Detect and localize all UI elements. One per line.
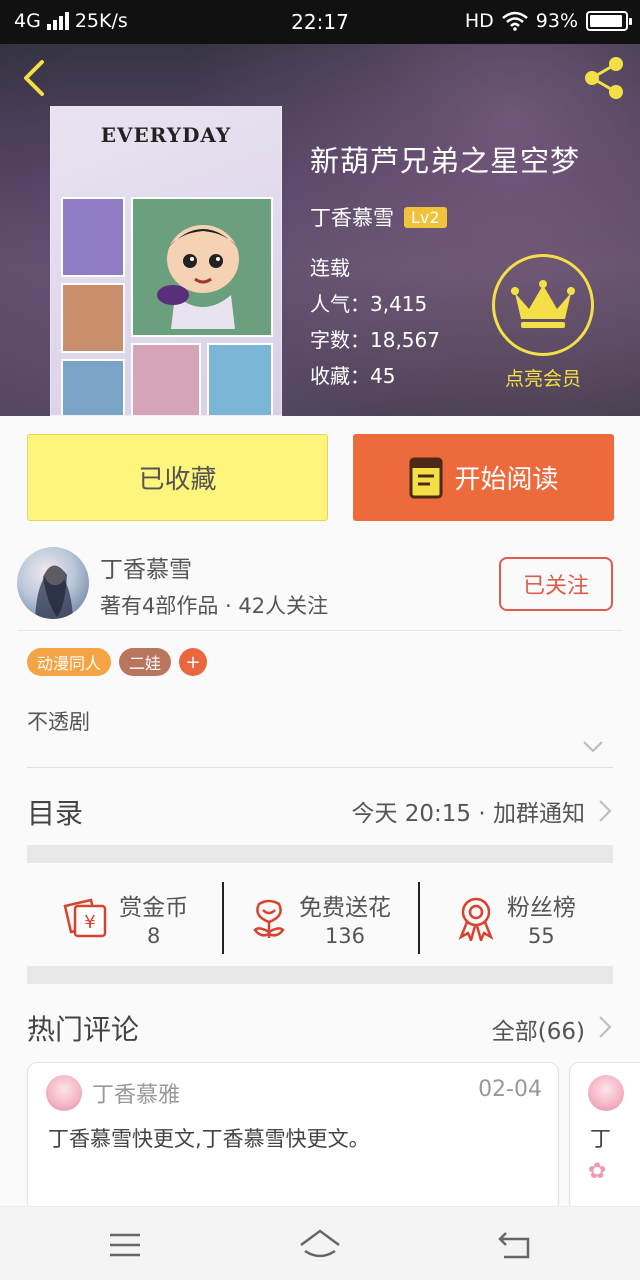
- follow-label: 已关注: [522, 574, 589, 599]
- table-of-contents-row[interactable]: 目录 今天 20:15 · 加群通知: [27, 778, 613, 842]
- stat-value: 8: [146, 924, 161, 948]
- cover-panel: [131, 343, 201, 415]
- vip-button[interactable]: 点亮会员: [492, 254, 594, 391]
- commenter-avatar[interactable]: [588, 1075, 624, 1111]
- chevron-right-icon: [599, 800, 612, 822]
- author-card[interactable]: 丁香慕雪 著有4部作品 · 42人关注 已关注: [0, 544, 640, 630]
- hd-label: HD: [464, 10, 494, 32]
- start-reading-button[interactable]: 开始阅读: [353, 434, 614, 521]
- author-avatar[interactable]: [17, 547, 89, 619]
- stat-free-flowers[interactable]: 免费送花 136: [222, 868, 417, 968]
- comment-text: 丁: [590, 1127, 611, 1151]
- battery-icon: [586, 11, 632, 31]
- follow-button[interactable]: 已关注: [499, 557, 613, 611]
- book-cover[interactable]: EVERYDAY: [50, 106, 282, 416]
- add-tag-button[interactable]: +: [179, 648, 208, 676]
- cover-panel: [61, 283, 125, 353]
- home-icon[interactable]: [297, 1225, 343, 1265]
- toc-title: 目录: [27, 797, 84, 830]
- battery-percent: 93%: [535, 10, 578, 32]
- crown-icon: [492, 254, 594, 356]
- tag-item[interactable]: 二娃: [119, 648, 172, 676]
- stat-reward-coins[interactable]: ¥ 赏金币 8: [27, 868, 222, 968]
- back-icon[interactable]: [16, 58, 56, 98]
- wifi-icon: [501, 11, 528, 31]
- status-right: HD 93%: [464, 10, 632, 32]
- comment-card[interactable]: 丁 ✿: [569, 1062, 640, 1212]
- section-separator: [27, 845, 613, 863]
- share-icon[interactable]: [580, 54, 628, 102]
- cover-panel: [61, 359, 125, 415]
- comment-text: 丁香慕雪快更文,丁香慕雪快更文。: [48, 1127, 370, 1151]
- cover-panel: [61, 197, 125, 277]
- flower-emoji-icon: ✿: [588, 1159, 607, 1184]
- stat-value: 136: [324, 924, 366, 948]
- stat-fan-ranking[interactable]: 粉丝榜 55: [417, 868, 613, 968]
- book-title: 新葫芦兄弟之星空梦: [310, 144, 581, 178]
- book-icon: [409, 457, 443, 498]
- ribbon-medal-icon: [458, 897, 494, 941]
- coin-envelope-icon: ¥: [63, 898, 107, 938]
- svg-text:¥: ¥: [84, 912, 95, 933]
- divider: [18, 630, 622, 631]
- author-row: 丁香慕雪 Lv2: [310, 202, 580, 232]
- tag-list: 动漫同人 二娃 +: [27, 648, 208, 676]
- hot-comments-title: 热门评论: [27, 1013, 140, 1046]
- section-separator: [27, 966, 613, 984]
- support-stats: ¥ 赏金币 8 免费送花 136 粉丝榜 55: [27, 868, 613, 968]
- stat-label: 免费送花: [298, 895, 391, 921]
- vip-label: 点亮会员: [504, 368, 581, 390]
- back-nav-icon[interactable]: [492, 1225, 538, 1265]
- author-card-stats: 著有4部作品 · 42人关注: [100, 594, 329, 618]
- status-bar: 4G 25K/s 22:17 HD 93%: [0, 0, 640, 44]
- comment-date: 02-04: [478, 1077, 542, 1102]
- book-header: EVERYDAY 新葫芦兄弟之星空梦 丁香慕雪 Lv2 连载 人气：3,415 …: [0, 44, 640, 416]
- level-badge: Lv2: [404, 206, 447, 228]
- book-detail-content: 已收藏 开始阅读 丁香慕雪 著有4部作品 · 42人关注 已关注 动漫同人 二娃…: [0, 416, 640, 1212]
- menu-icon[interactable]: [102, 1225, 148, 1265]
- toc-update: 今天 20:15 · 加群通知: [351, 801, 585, 827]
- start-reading-label: 开始阅读: [454, 465, 559, 495]
- author-name[interactable]: 丁香慕雪: [310, 202, 394, 232]
- chevron-down-icon[interactable]: [582, 740, 604, 754]
- all-comments-link[interactable]: 全部(66): [492, 1012, 585, 1046]
- cover-character-art: [157, 225, 239, 329]
- author-card-name: 丁香慕雪: [100, 557, 192, 583]
- chevron-right-icon[interactable]: [597, 1014, 613, 1040]
- book-intro: 不透剧: [27, 710, 90, 734]
- stat-value: 55: [527, 924, 555, 948]
- comment-card[interactable]: 丁香慕雅 02-04 丁香慕雪快更文,丁香慕雪快更文。: [27, 1062, 559, 1212]
- cover-panel: [207, 343, 273, 415]
- collected-button[interactable]: 已收藏: [27, 434, 328, 521]
- commenter-name[interactable]: 丁香慕雅: [92, 1077, 180, 1109]
- stat-label: 粉丝榜: [506, 895, 576, 921]
- cover-title: EVERYDAY: [100, 123, 232, 147]
- collected-label: 已收藏: [138, 465, 217, 495]
- commenter-avatar[interactable]: [46, 1075, 82, 1111]
- stat-label: 赏金币: [119, 895, 189, 921]
- system-nav-bar: [0, 1206, 640, 1280]
- tag-item[interactable]: 动漫同人: [27, 648, 112, 676]
- divider: [27, 767, 613, 768]
- flower-icon: [253, 899, 285, 938]
